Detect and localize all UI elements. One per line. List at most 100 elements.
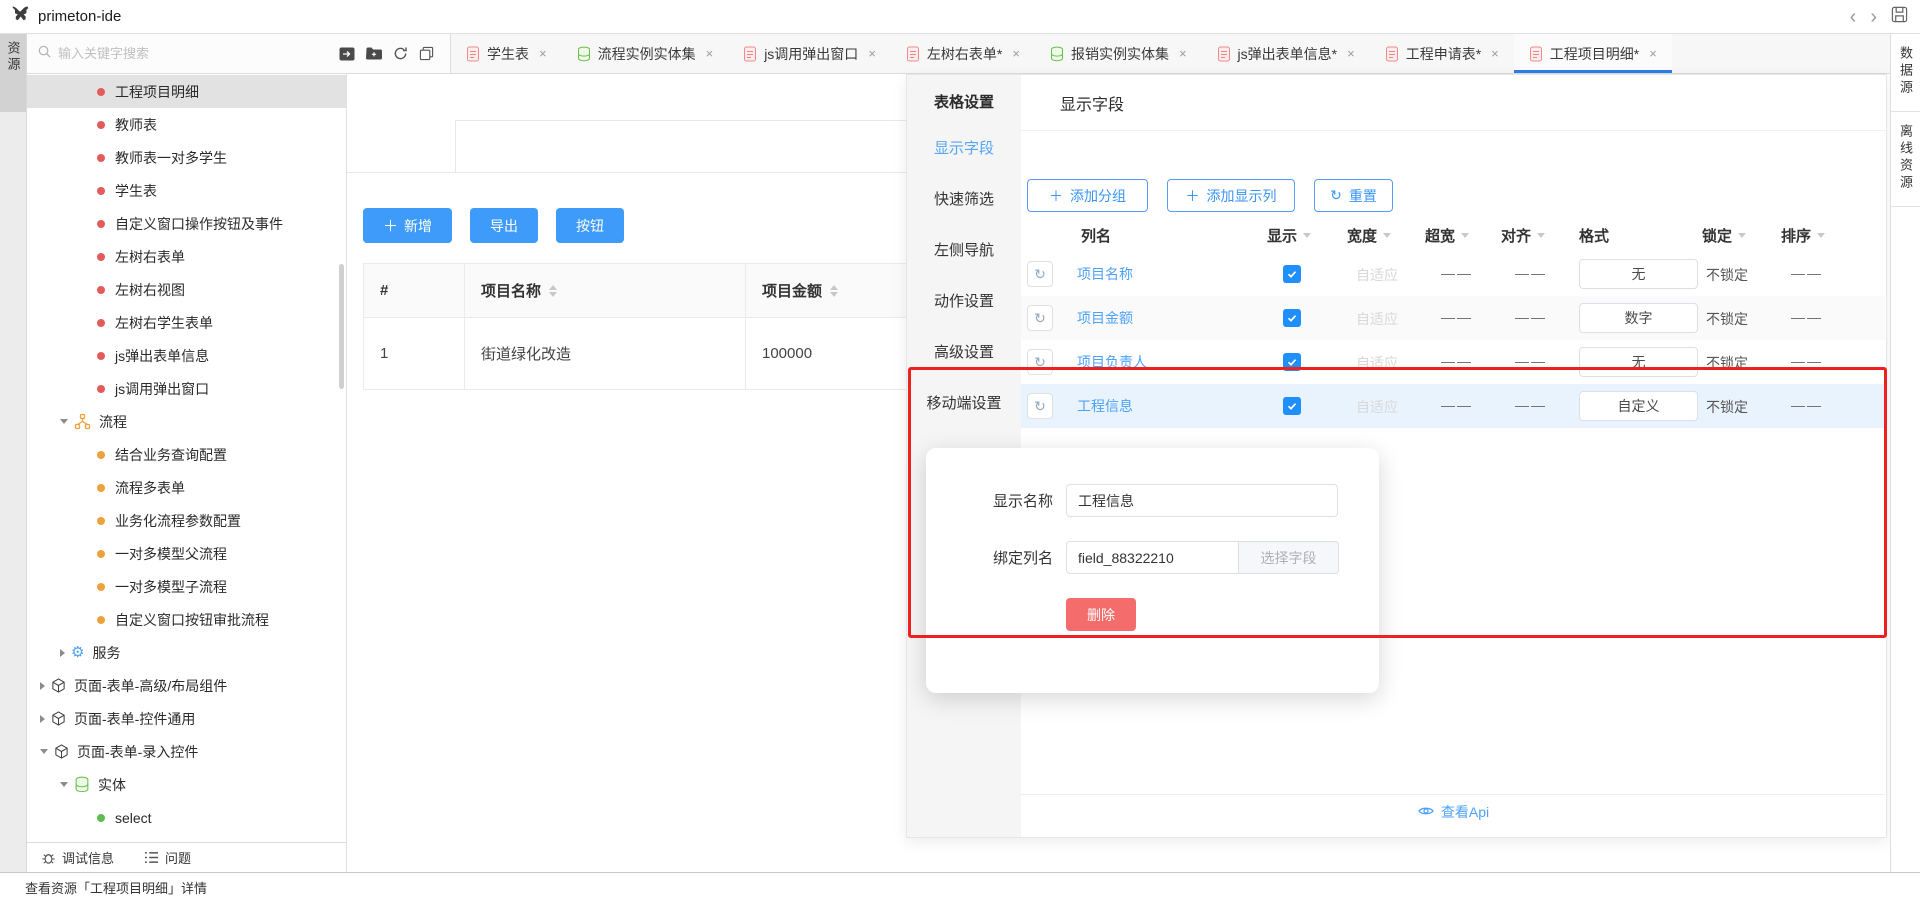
view-api-link[interactable]: 查看Api [1021, 802, 1886, 822]
caret-down-icon[interactable] [40, 749, 48, 754]
editor-tab[interactable]: 工程申请表*× [1370, 34, 1514, 73]
settings-nav-item[interactable]: 高级设置 [907, 341, 1021, 362]
editor-tab[interactable]: js弹出表单信息*× [1202, 34, 1370, 73]
tree-item[interactable]: 左树右视图 [27, 273, 346, 306]
history-forward-icon[interactable]: › [1870, 7, 1877, 27]
sort-value[interactable]: —— [1777, 309, 1837, 325]
close-icon[interactable]: × [1012, 46, 1020, 61]
align-value[interactable]: —— [1487, 309, 1575, 325]
import-resource-icon[interactable] [339, 47, 355, 61]
format-select[interactable]: 无 [1579, 259, 1698, 289]
preview-button[interactable]: ＋新增 [363, 208, 452, 243]
search-input[interactable] [58, 46, 218, 61]
sidebar-scrollbar[interactable] [339, 264, 344, 389]
tree-item[interactable]: 一对多模型父流程 [27, 537, 346, 570]
bottom-tab[interactable]: 问题 [144, 848, 191, 867]
close-icon[interactable]: × [1347, 46, 1355, 61]
column-name-link[interactable]: 工程信息 [1077, 396, 1133, 416]
preview-button[interactable]: 按钮 [556, 208, 624, 243]
align-value[interactable]: —— [1487, 353, 1575, 369]
editor-tab[interactable]: 报销实例实体集× [1035, 34, 1202, 73]
select-field-button[interactable]: 选择字段 [1239, 541, 1339, 574]
close-icon[interactable]: × [1649, 46, 1657, 61]
sort-carets-icon[interactable] [549, 285, 557, 297]
caret-right-icon[interactable] [60, 649, 65, 657]
activity-tab-resources[interactable]: 资源 [0, 34, 26, 112]
tree-item[interactable]: 结合业务查询配置 [27, 438, 346, 471]
format-select[interactable]: 无 [1579, 347, 1698, 377]
tree-item[interactable]: js调用弹出窗口 [27, 372, 346, 405]
tree-item[interactable]: 页面-表单-高级/布局组件 [27, 669, 346, 702]
column-name-link[interactable]: 项目负责人 [1077, 352, 1147, 372]
columns-header[interactable]: 锁定 [1702, 225, 1746, 246]
tree-item[interactable]: 学生表 [27, 174, 346, 207]
column-config-row[interactable]: ↻项目金额自适应————数字不锁定—— [1021, 296, 1885, 340]
columns-header[interactable]: 宽度 [1347, 225, 1391, 246]
close-icon[interactable]: × [706, 46, 714, 61]
delete-column-button[interactable]: 删除 [1066, 598, 1136, 631]
column-name-link[interactable]: 项目金额 [1077, 308, 1133, 328]
columns-header[interactable]: 排序 [1781, 225, 1825, 246]
close-icon[interactable]: × [1491, 46, 1499, 61]
visible-checkbox[interactable] [1283, 397, 1301, 415]
column-config-row[interactable]: ↻项目名称自适应————无不锁定—— [1021, 252, 1885, 296]
visible-checkbox[interactable] [1283, 265, 1301, 283]
column-config-row[interactable]: ↻工程信息自适应————自定义不锁定—— [1021, 384, 1885, 428]
caret-right-icon[interactable] [40, 682, 45, 690]
bind-column-input[interactable] [1066, 541, 1239, 574]
tree-item[interactable]: 教师表 [27, 108, 346, 141]
panel-toolbar-button[interactable]: ＋添加分组 [1027, 179, 1148, 212]
format-select[interactable]: 自定义 [1579, 391, 1698, 421]
caret-down-icon[interactable] [60, 419, 68, 424]
panel-toolbar-button[interactable]: ＋添加显示列 [1167, 179, 1295, 212]
lock-value[interactable]: 不锁定 [1706, 265, 1748, 285]
sort-value[interactable]: —— [1777, 397, 1837, 413]
close-icon[interactable]: × [539, 46, 547, 61]
format-select[interactable]: 数字 [1579, 303, 1698, 333]
tree-item[interactable]: 页面-表单-录入控件 [27, 735, 346, 768]
filter-caret-icon[interactable] [1303, 233, 1311, 238]
tree-item[interactable]: 左树右表单 [27, 240, 346, 273]
filter-caret-icon[interactable] [1537, 233, 1545, 238]
width-value[interactable]: 自适应 [1332, 397, 1422, 417]
tree-item[interactable]: 流程 [27, 405, 346, 438]
visible-checkbox[interactable] [1283, 353, 1301, 371]
settings-nav-item[interactable]: 显示字段 [907, 137, 1021, 158]
grid-header-cell[interactable]: 项目名称 [465, 264, 746, 317]
columns-header[interactable]: 对齐 [1501, 225, 1545, 246]
tree-item[interactable]: 左树右学生表单 [27, 306, 346, 339]
columns-header[interactable]: 显示 [1267, 225, 1311, 246]
right-bar-tab[interactable]: 数据源 [1891, 34, 1920, 112]
lock-value[interactable]: 不锁定 [1706, 353, 1748, 373]
tree-item[interactable]: ⚙服务 [27, 636, 346, 669]
row-refresh-icon[interactable]: ↻ [1027, 393, 1053, 419]
settings-nav-item[interactable]: 移动端设置 [907, 392, 1021, 413]
settings-nav-item[interactable]: 快速筛选 [907, 188, 1021, 209]
tree-item[interactable]: 流程多表单 [27, 471, 346, 504]
tree-item[interactable]: 页面-表单-控件通用 [27, 702, 346, 735]
lock-value[interactable]: 不锁定 [1706, 397, 1748, 417]
collapse-editors-icon[interactable] [419, 46, 434, 61]
tree-item[interactable]: js弹出表单信息 [27, 339, 346, 372]
tree-item[interactable]: 自定义窗口按钮审批流程 [27, 603, 346, 636]
column-config-row[interactable]: ↻项目负责人自适应————无不锁定—— [1021, 340, 1885, 384]
new-folder-icon[interactable] [366, 47, 382, 60]
save-icon[interactable] [1891, 6, 1908, 28]
filter-caret-icon[interactable] [1461, 233, 1469, 238]
tree-item[interactable]: 自定义窗口操作按钮及事件 [27, 207, 346, 240]
panel-toolbar-button[interactable]: ↻重置 [1314, 179, 1393, 212]
row-refresh-icon[interactable]: ↻ [1027, 349, 1053, 375]
align-value[interactable]: —— [1487, 265, 1575, 281]
right-bar-tab[interactable]: 离线资源 [1891, 112, 1920, 207]
align-value[interactable]: —— [1487, 397, 1575, 413]
tree-item[interactable]: 一对多模型子流程 [27, 570, 346, 603]
editor-tab[interactable]: 工程项目明细*× [1514, 34, 1672, 73]
tree-item[interactable]: 工程项目明细 [27, 75, 346, 108]
caret-down-icon[interactable] [60, 782, 68, 787]
filter-caret-icon[interactable] [1383, 233, 1391, 238]
visible-checkbox[interactable] [1283, 309, 1301, 327]
settings-nav-item[interactable]: 左侧导航 [907, 239, 1021, 260]
columns-header[interactable]: 超宽 [1425, 225, 1469, 246]
editor-tab[interactable]: 学生表× [451, 34, 562, 73]
editor-tab[interactable]: js调用弹出窗口× [728, 34, 891, 73]
